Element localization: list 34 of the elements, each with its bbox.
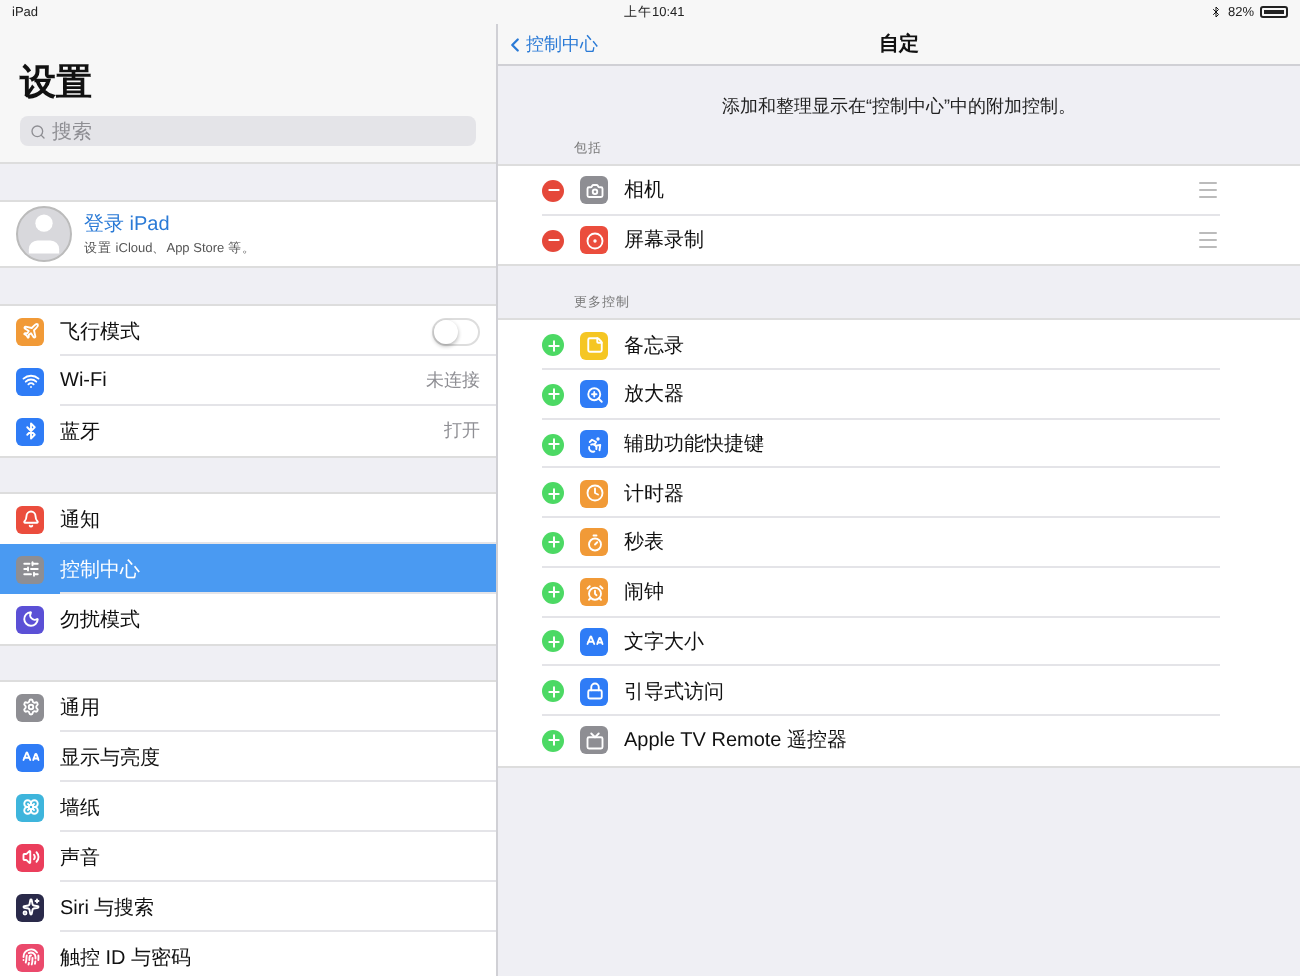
add-button[interactable] [542,433,564,456]
add-button[interactable] [542,383,564,406]
add-button[interactable] [542,581,564,604]
item-value: 打开 [444,418,480,444]
plus-icon [545,337,561,354]
toggle-switch[interactable] [432,317,480,345]
plus-icon [545,436,561,453]
plus-icon [545,534,561,551]
add-button[interactable] [542,680,564,703]
remove-button[interactable] [542,179,564,202]
add-button[interactable] [542,729,564,752]
battery-icon [1260,6,1288,18]
item-value: 未连接 [426,368,480,394]
remove-button[interactable] [542,229,564,252]
sign-in-label: 登录 iPad [84,212,172,238]
drag-handle-icon[interactable] [1196,228,1220,253]
plus-icon [545,584,561,601]
drag-handle-icon[interactable] [1196,178,1220,203]
plus-icon [545,633,561,650]
avatar-icon [16,206,72,262]
add-button[interactable] [542,630,564,653]
plus-icon [545,386,561,403]
settings-title: 设置 [20,60,94,104]
add-button[interactable] [542,334,564,357]
page-title: 自定 [879,30,919,58]
search-icon [30,123,46,139]
description-text: 添加和整理显示在“控制中心”中的附加控制。 [720,94,1078,120]
add-button[interactable] [542,531,564,554]
back-link[interactable]: 控制中心 [498,31,598,57]
add-button[interactable] [542,482,564,505]
plus-icon [545,683,561,700]
plus-icon [545,732,561,749]
bluetooth-icon [1209,6,1222,18]
plus-icon [545,485,561,502]
